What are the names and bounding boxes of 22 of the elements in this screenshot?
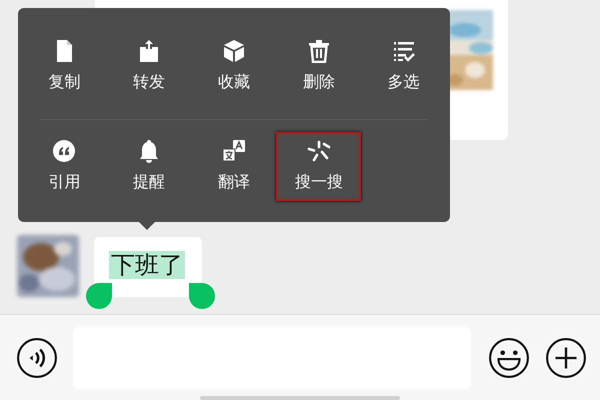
menu-item[interactable]: 多选 xyxy=(361,32,446,101)
menu-item[interactable]: 收藏 xyxy=(192,32,276,101)
menu-item[interactable]: 提醒 xyxy=(106,132,192,201)
menu-item[interactable]: 删除 xyxy=(276,32,362,101)
quote-icon xyxy=(52,139,76,163)
message-bubble[interactable]: 下班了 xyxy=(94,237,202,297)
sparkle-icon xyxy=(306,139,331,163)
translate-icon xyxy=(222,139,246,163)
menu-item[interactable]: 搜一搜 xyxy=(276,132,362,201)
message-text: 下班了 xyxy=(109,251,185,279)
selection-handle[interactable] xyxy=(86,283,112,309)
menu-item[interactable]: 转发 xyxy=(106,32,192,101)
trash-icon xyxy=(306,39,331,63)
cube-icon xyxy=(222,39,246,63)
menu-item[interactable]: 引用 xyxy=(22,132,107,201)
checklist-icon xyxy=(392,39,416,63)
menu-item[interactable]: 复制 xyxy=(22,32,107,101)
selection-handle[interactable] xyxy=(189,283,215,309)
voice-button[interactable] xyxy=(16,336,58,378)
add-button[interactable] xyxy=(545,336,587,378)
emoji-button[interactable] xyxy=(488,336,530,378)
menu-item[interactable]: 翻译 xyxy=(192,132,276,201)
